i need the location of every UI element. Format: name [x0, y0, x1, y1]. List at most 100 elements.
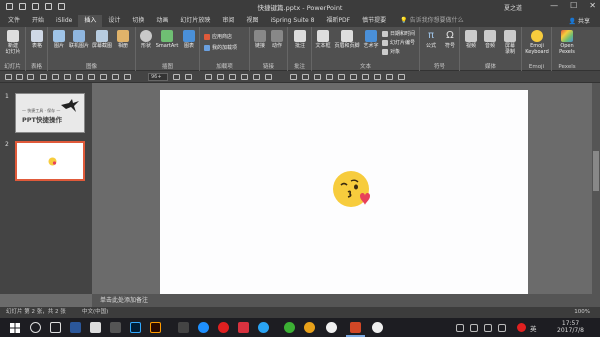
- shadow-icon[interactable]: [253, 74, 260, 80]
- redo-icon[interactable]: [27, 74, 34, 80]
- powerpoint-icon[interactable]: [350, 322, 361, 333]
- numbering-icon[interactable]: [350, 74, 357, 80]
- tab-design[interactable]: 设计: [102, 15, 126, 27]
- red-app-icon[interactable]: [238, 322, 249, 333]
- chrome-icon[interactable]: [304, 322, 315, 333]
- decrease-font-icon[interactable]: [185, 74, 192, 80]
- language-status[interactable]: 中文(中国): [82, 307, 108, 318]
- italic-icon[interactable]: [217, 74, 224, 80]
- textbox-button[interactable]: 文本框: [314, 30, 332, 49]
- tab-view[interactable]: 视图: [240, 15, 264, 27]
- slide-number-button[interactable]: 幻灯片编号: [382, 39, 415, 46]
- bullets-icon[interactable]: [338, 74, 345, 80]
- font-color-icon[interactable]: [265, 74, 272, 80]
- header-footer-button[interactable]: 页眉和页脚: [332, 30, 362, 49]
- undo-icon[interactable]: [16, 74, 23, 80]
- screen-recording-button[interactable]: 屏幕 录制: [500, 30, 520, 55]
- comment-button[interactable]: 批注: [291, 30, 309, 49]
- online-pictures-button[interactable]: 联机图片: [68, 30, 90, 49]
- tray-icon[interactable]: [484, 324, 492, 332]
- font-size-select[interactable]: 96+: [148, 73, 168, 81]
- zoom-level[interactable]: 100%: [574, 307, 590, 318]
- slide-thumbnail-1[interactable]: — 快捷工具 · 保存 — PPT快捷操作: [15, 93, 85, 133]
- tab-home[interactable]: 开始: [26, 15, 50, 27]
- home-icon[interactable]: [90, 322, 101, 333]
- tray-icon[interactable]: [456, 324, 464, 332]
- minimize-button[interactable]: —: [550, 1, 558, 10]
- tab-outline[interactable]: 慎节提要: [356, 15, 392, 27]
- tab-foxit-pdf[interactable]: 福昕PDF: [320, 15, 356, 27]
- tab-islide[interactable]: iSlide: [50, 15, 78, 27]
- vertical-scrollbar[interactable]: [592, 83, 600, 294]
- copy-icon[interactable]: [100, 74, 107, 80]
- app-icon[interactable]: [110, 322, 121, 333]
- account-name[interactable]: 夏之道: [504, 3, 522, 12]
- tray-icon[interactable]: [498, 324, 506, 332]
- xmind-icon[interactable]: [372, 322, 383, 333]
- open-pexels-button[interactable]: Open Pexels: [553, 30, 581, 55]
- close-button[interactable]: ✕: [589, 1, 596, 10]
- slide-thumbnail-2[interactable]: [15, 141, 85, 181]
- align-right-icon[interactable]: [314, 74, 321, 80]
- emoji-keyboard-button[interactable]: Emoji Keyboard: [523, 30, 551, 55]
- audio-button[interactable]: 音频: [481, 30, 499, 49]
- increase-font-icon[interactable]: [173, 74, 180, 80]
- object-button[interactable]: 对象: [382, 48, 400, 55]
- notes-pane[interactable]: 单击此处添加备注: [92, 294, 600, 307]
- symbol-button[interactable]: Ω 符号: [441, 30, 459, 49]
- store-button[interactable]: 应用商店: [204, 33, 232, 40]
- table-button[interactable]: 表格: [28, 30, 46, 49]
- edge-icon[interactable]: [198, 322, 209, 333]
- word-icon[interactable]: [70, 322, 81, 333]
- strikethrough-icon[interactable]: [241, 74, 248, 80]
- new-slide-button[interactable]: 新建 幻灯片: [2, 30, 24, 55]
- datetime-button[interactable]: 日期和时间: [382, 30, 415, 37]
- chart-button[interactable]: 图表: [181, 30, 197, 49]
- scrollbar-thumb[interactable]: [593, 151, 599, 191]
- tab-file[interactable]: 文件: [2, 15, 26, 27]
- shapes-button[interactable]: 形状: [138, 30, 154, 49]
- tell-me-box[interactable]: 💡 告诉我你想要做什么: [400, 15, 463, 27]
- tab-animations[interactable]: 动画: [150, 15, 174, 27]
- text-direction-icon[interactable]: [374, 74, 381, 80]
- tab-ispring[interactable]: iSpring Suite 8: [264, 15, 320, 27]
- bold-icon[interactable]: [205, 74, 212, 80]
- windows-start-icon[interactable]: [10, 323, 20, 333]
- taskbar-clock[interactable]: 17:57 2017/7/8: [557, 320, 584, 334]
- justify-icon[interactable]: [326, 74, 333, 80]
- preview-icon[interactable]: [52, 74, 59, 80]
- netease-music-icon[interactable]: [218, 322, 229, 333]
- browser-icon[interactable]: [326, 322, 337, 333]
- align-left-icon[interactable]: [290, 74, 297, 80]
- wechat-icon[interactable]: [284, 322, 295, 333]
- illustrator-icon[interactable]: [150, 322, 161, 333]
- wordart-button[interactable]: 艺术字: [362, 30, 380, 49]
- line-spacing-icon[interactable]: [362, 74, 369, 80]
- tab-slideshow[interactable]: 幻灯片放映: [174, 15, 216, 27]
- screenshot-button[interactable]: 屏幕截图: [91, 30, 113, 49]
- slide-canvas[interactable]: [160, 90, 528, 296]
- photo-album-button[interactable]: 相册: [114, 30, 132, 49]
- share-button[interactable]: 👤 共享: [569, 16, 590, 25]
- link-button[interactable]: 链接: [252, 30, 268, 49]
- paste-icon[interactable]: [112, 74, 119, 80]
- tray-icon[interactable]: [470, 324, 478, 332]
- arrange-icon[interactable]: [398, 74, 405, 80]
- action-button[interactable]: 动作: [269, 30, 285, 49]
- my-addins-button[interactable]: 我的加载项: [204, 44, 237, 51]
- underline-icon[interactable]: [229, 74, 236, 80]
- photoshop-icon[interactable]: [130, 322, 141, 333]
- new-icon[interactable]: [76, 74, 83, 80]
- ime-indicator[interactable]: 英: [530, 323, 537, 333]
- tab-transitions[interactable]: 切换: [126, 15, 150, 27]
- qq-icon[interactable]: [258, 322, 269, 333]
- equation-button[interactable]: π 公式: [422, 30, 440, 49]
- video-button[interactable]: 视频: [462, 30, 480, 49]
- tab-insert[interactable]: 插入: [78, 15, 103, 27]
- format-painter-icon[interactable]: [124, 74, 131, 80]
- kissing-heart-emoji[interactable]: [332, 170, 372, 210]
- task-view-icon[interactable]: [50, 322, 61, 333]
- maximize-button[interactable]: ☐: [570, 1, 577, 10]
- tab-review[interactable]: 审阅: [216, 15, 240, 27]
- open-icon[interactable]: [64, 74, 71, 80]
